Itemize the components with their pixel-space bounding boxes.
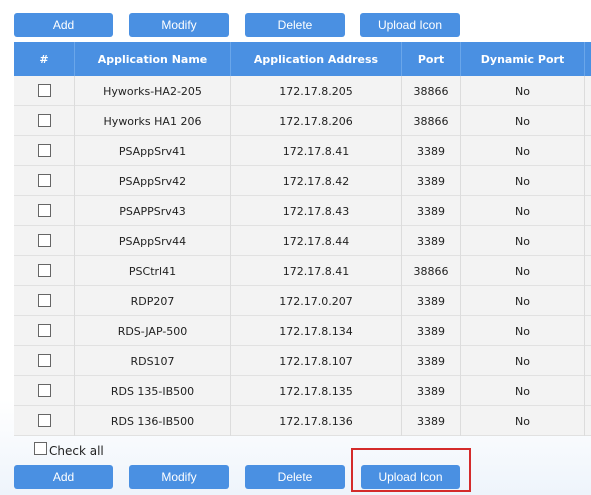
cell-application-address: 172.17.8.134 — [279, 324, 353, 338]
cell-application-address: 172.17.8.136 — [279, 414, 353, 428]
header-dynamic-port[interactable]: Dynamic Port — [461, 42, 584, 76]
row-checkbox[interactable] — [38, 174, 51, 187]
cell-application-name: PSAppSrv44 — [118, 234, 187, 248]
add-button-top[interactable]: Add — [14, 13, 113, 37]
cell-application-address: 172.17.8.206 — [279, 114, 353, 128]
upload-icon-button-top[interactable]: Upload Icon — [360, 13, 460, 37]
modify-button-top[interactable]: Modify — [129, 13, 229, 37]
cell-dynamic-port: No — [515, 174, 530, 188]
row-checkbox[interactable] — [38, 84, 51, 97]
row-checkbox[interactable] — [38, 354, 51, 367]
cell-application-address: 172.17.0.207 — [279, 294, 353, 308]
cell-application-address: 172.17.8.107 — [279, 354, 353, 368]
check-all-checkbox[interactable] — [34, 442, 47, 455]
cell-port: 3389 — [417, 294, 445, 308]
row-checkbox[interactable] — [38, 414, 51, 427]
cell-application-name: PSAPPSrv43 — [119, 204, 186, 218]
table-row[interactable]: PSAPPSrv43 172.17.8.43 3389 No — [14, 196, 591, 226]
cell-application-name: PSAppSrv41 — [118, 144, 187, 158]
table-row[interactable]: RDS 136-IB500 172.17.8.136 3389 No — [14, 406, 591, 436]
row-checkbox[interactable] — [38, 234, 51, 247]
cell-dynamic-port: No — [515, 324, 530, 338]
cell-port: 3389 — [417, 204, 445, 218]
cell-port: 3389 — [417, 384, 445, 398]
modify-button-bottom[interactable]: Modify — [129, 465, 229, 489]
cell-dynamic-port: No — [515, 264, 530, 278]
cell-dynamic-port: No — [515, 84, 530, 98]
delete-button-top[interactable]: Delete — [245, 13, 345, 37]
cell-port: 3389 — [417, 174, 445, 188]
cell-application-name: RDS 136-IB500 — [110, 414, 195, 428]
cell-application-address: 172.17.8.41 — [282, 144, 350, 158]
row-checkbox[interactable] — [38, 324, 51, 337]
table-row[interactable]: RDS-JAP-500 172.17.8.134 3389 No — [14, 316, 591, 346]
cell-port: 38866 — [413, 264, 449, 278]
cell-dynamic-port: No — [515, 294, 530, 308]
cell-port: 3389 — [417, 324, 445, 338]
row-checkbox[interactable] — [38, 114, 51, 127]
cell-application-address: 172.17.8.41 — [282, 264, 350, 278]
table-row[interactable]: RDS107 172.17.8.107 3389 No — [14, 346, 591, 376]
cell-application-name: Hyworks HA1 206 — [103, 114, 202, 128]
cell-application-name: RDS 135-IB500 — [110, 384, 195, 398]
table-row[interactable]: RDP207 172.17.0.207 3389 No — [14, 286, 591, 316]
cell-port: 3389 — [417, 354, 445, 368]
cell-port: 3389 — [417, 144, 445, 158]
cell-application-address: 172.17.8.42 — [282, 174, 350, 188]
table-row[interactable]: RDS 135-IB500 172.17.8.135 3389 No — [14, 376, 591, 406]
cell-dynamic-port: No — [515, 114, 530, 128]
cell-port: 3389 — [417, 414, 445, 428]
cell-dynamic-port: No — [515, 354, 530, 368]
cell-dynamic-port: No — [515, 144, 530, 158]
add-button-bottom[interactable]: Add — [14, 465, 113, 489]
table-row[interactable]: PSCtrl41 172.17.8.41 38866 No — [14, 256, 591, 286]
cell-dynamic-port: No — [515, 234, 530, 248]
cell-application-name: PSAppSrv42 — [118, 174, 187, 188]
table-row[interactable]: PSAppSrv42 172.17.8.42 3389 No — [14, 166, 591, 196]
cell-application-name: RDP207 — [130, 294, 175, 308]
row-checkbox[interactable] — [38, 204, 51, 217]
row-checkbox[interactable] — [38, 294, 51, 307]
cell-dynamic-port: No — [515, 414, 530, 428]
cell-application-address: 172.17.8.135 — [279, 384, 353, 398]
cell-port: 38866 — [413, 114, 449, 128]
cell-application-address: 172.17.8.44 — [282, 234, 350, 248]
highlight-box — [351, 448, 471, 492]
cell-dynamic-port: No — [515, 204, 530, 218]
cell-port: 3389 — [417, 234, 445, 248]
table-row[interactable]: Hyworks-HA2-205 172.17.8.205 38866 No — [14, 76, 591, 106]
row-checkbox[interactable] — [38, 384, 51, 397]
check-all-label: Check all — [49, 444, 104, 458]
table-row[interactable]: Hyworks HA1 206 172.17.8.206 38866 No — [14, 106, 591, 136]
header-application-name[interactable]: Application Name — [75, 42, 230, 76]
row-checkbox[interactable] — [38, 264, 51, 277]
delete-button-bottom[interactable]: Delete — [245, 465, 345, 489]
table-row[interactable]: PSAppSrv41 172.17.8.41 3389 No — [14, 136, 591, 166]
cell-port: 38866 — [413, 84, 449, 98]
row-checkbox[interactable] — [38, 144, 51, 157]
cell-application-name: PSCtrl41 — [128, 264, 177, 278]
cell-application-address: 172.17.8.205 — [279, 84, 353, 98]
header-application-address[interactable]: Application Address — [231, 42, 401, 76]
cell-dynamic-port: No — [515, 384, 530, 398]
cell-application-name: Hyworks-HA2-205 — [103, 84, 202, 98]
table-header: # Application Name Application Address P… — [14, 42, 591, 76]
header-index: # — [39, 52, 49, 66]
table-row[interactable]: PSAppSrv44 172.17.8.44 3389 No — [14, 226, 591, 256]
cell-application-address: 172.17.8.43 — [282, 204, 350, 218]
header-port[interactable]: Port — [402, 42, 460, 76]
cell-application-name: RDS107 — [130, 354, 175, 368]
cell-application-name: RDS-JAP-500 — [117, 324, 188, 338]
